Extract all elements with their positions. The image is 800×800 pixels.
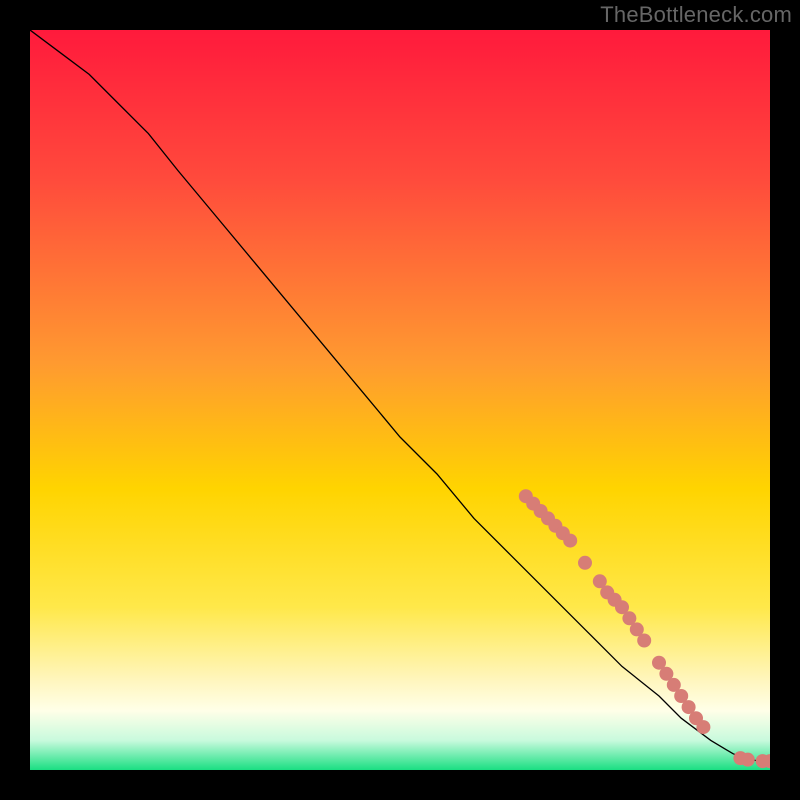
marker-point: [696, 720, 710, 734]
marker-point: [578, 556, 592, 570]
chart-frame: TheBottleneck.com: [0, 0, 800, 800]
chart-plot-area: [30, 30, 770, 770]
chart-svg: [30, 30, 770, 770]
marker-point: [741, 753, 755, 767]
marker-point: [563, 534, 577, 548]
marker-point: [637, 634, 651, 648]
watermark-text: TheBottleneck.com: [600, 2, 792, 28]
